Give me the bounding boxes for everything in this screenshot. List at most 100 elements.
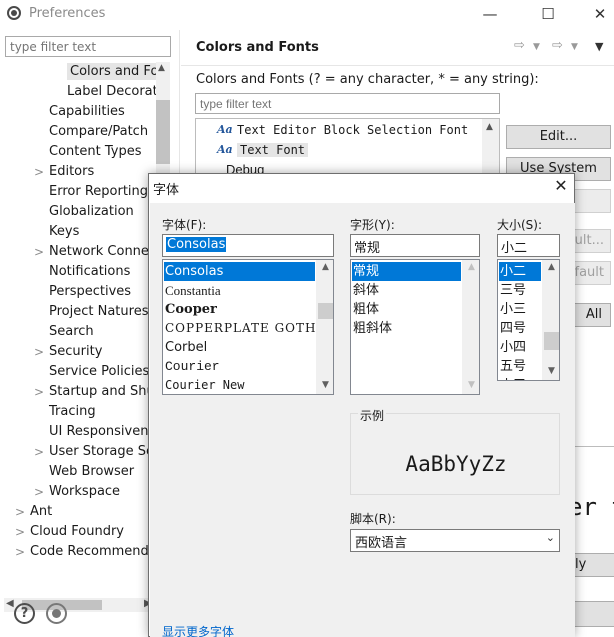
font-style-input[interactable]: 常规 [350,234,480,257]
dialog-close-icon[interactable]: ✕ [551,176,571,196]
tree-item-label: Label Decoratio [67,84,170,99]
minimize-icon[interactable]: — [480,4,500,24]
font-name-list[interactable]: Courier New Courier Corbel COPPERPLATE GOTH… [162,259,334,395]
tree-item[interactable]: Label Decoratio [67,82,169,102]
list-item[interactable]: Courier [164,357,315,376]
page-header: Colors and Fonts ⇨ ▼ ⇨ ▼ ▼ [181,30,614,66]
scroll-down-icon[interactable]: ▼ [543,366,559,376]
edit-button[interactable]: Edit... [506,125,611,149]
expand-chevron-icon[interactable]: > [15,542,25,562]
expand-chevron-icon[interactable]: > [34,382,44,402]
tree-item[interactable]: Project Natures [49,302,148,322]
tree-item[interactable]: Capabilities [49,102,125,122]
tree-item[interactable]: Web Browser [49,462,134,482]
list-item[interactable]: 斜体 [352,281,461,300]
tree-item[interactable]: > User Storage Ser [34,442,159,462]
list-item[interactable]: 五号 [499,357,541,376]
list-item[interactable]: Courier New [164,376,315,394]
scroll-thumb[interactable] [544,332,559,350]
back-menu-chevron-icon[interactable]: ▼ [533,42,540,52]
script-select[interactable]: 西欧语言 ⌄ [350,529,560,552]
dialog-title: 字体 [153,183,180,198]
list-item[interactable]: 粗体 [352,300,461,319]
list-item[interactable]: 三号 [499,281,541,300]
tree-item[interactable]: Perspectives [49,282,131,302]
script-label: 脚本(R): [350,512,396,526]
scroll-thumb[interactable] [156,100,170,164]
forward-menu-chevron-icon[interactable]: ▼ [571,42,578,52]
scroll-up-icon[interactable]: ▲ [158,63,165,73]
tree-item[interactable]: > Network Connect [34,242,161,262]
font-list-scrollbar[interactable]: ▲ ▼ [316,260,333,394]
tree-item[interactable]: > Editors [34,162,94,182]
font-name-input[interactable]: Consolas [162,234,334,257]
view-menu-icon[interactable]: ▼ [595,40,603,53]
show-more-fonts-link[interactable]: 显示更多字体 [162,623,234,637]
expand-chevron-icon[interactable]: > [34,162,44,182]
back-icon[interactable]: ⇨ [514,38,525,53]
list-item[interactable]: Cooper [164,300,315,319]
list-item[interactable]: 四号 [499,319,541,338]
expand-chevron-icon[interactable]: > [15,502,25,522]
tree-item[interactable]: > Cloud Foundry [15,522,124,542]
scroll-left-icon[interactable]: ◀ [6,598,14,609]
tree-item-label: Colors and For [67,63,167,80]
tree-item[interactable]: > Workspace [34,482,121,502]
sample-text: AaBbYyZz [405,452,507,476]
help-icon[interactable]: ? [14,603,35,624]
tree-item[interactable]: Globalization [49,202,134,222]
expand-chevron-icon[interactable]: > [15,522,25,542]
list-item[interactable]: 小二 [499,262,541,281]
expand-chevron-icon[interactable]: > [34,482,44,502]
font-size-input[interactable]: 小二 [497,234,560,257]
list-item[interactable]: 小三 [499,300,541,319]
tree-item[interactable]: Search [49,322,94,342]
list-item[interactable]: Consolas [164,262,315,281]
font-style-list[interactable]: 粗斜体 粗体 斜体 常规 ▲ ▼ [350,259,480,395]
tree-item[interactable]: Tracing [49,402,96,422]
expand-chevron-icon[interactable]: > [34,442,44,462]
scroll-thumb[interactable] [318,303,333,319]
style-list-scrollbar[interactable]: ▲ ▼ [462,260,479,394]
scroll-up-icon[interactable]: ▲ [317,262,333,272]
tree-item[interactable]: Colors and For [67,62,167,82]
tree-item[interactable]: Error Reporting [49,182,148,202]
font-size-list[interactable]: 小五五号小四四号小三三号小二 ▲ ▼ [497,259,560,381]
font-name-label: 字体(F): [162,218,207,232]
tree-item-label: Workspace [49,484,121,499]
tree-item[interactable]: Compare/Patch [49,122,148,142]
tree-item[interactable]: Content Types [49,142,141,162]
fonts-filter-input[interactable] [195,93,500,114]
list-item[interactable]: 粗斜体 [352,319,461,338]
preferences-tree: Colors and For Label Decoratio Capabilitie… [0,62,170,570]
font-definition-item[interactable]: Aa Text Font [217,140,309,160]
list-item[interactable]: Constantia [164,281,315,300]
maximize-icon[interactable]: ☐ [538,4,558,24]
forward-icon[interactable]: ⇨ [552,38,563,53]
apply-and-close-button[interactable] [573,601,614,627]
tree-item[interactable]: > Code Recommender [15,542,162,562]
tree-item[interactable]: Keys [49,222,79,242]
size-list-scrollbar[interactable]: ▲ ▼ [542,260,559,380]
scroll-up-icon[interactable]: ▲ [486,122,493,132]
expand-chevron-icon[interactable]: > [34,242,44,262]
list-item[interactable]: COPPERPLATE GOTHIC [164,319,331,338]
scroll-down-icon[interactable]: ▼ [317,380,333,390]
tree-filter-input[interactable] [5,36,171,57]
apply-button[interactable]: ly [573,553,614,577]
list-item[interactable]: 小四 [499,338,541,357]
list-item[interactable]: 常规 [352,262,461,281]
record-icon[interactable] [46,603,67,624]
list-item[interactable]: Corbel [164,338,315,357]
scroll-up-icon[interactable]: ▲ [543,262,559,272]
tree-item[interactable]: > Ant [15,502,52,522]
tree-item[interactable]: Service Policies [49,362,149,382]
font-definition-item[interactable]: Aa Text Editor Block Selection Font [217,120,468,140]
list-item[interactable]: 小五 [499,376,541,380]
close-icon[interactable]: ✕ [590,4,610,24]
tree-item[interactable]: Notifications [49,262,130,282]
scroll-up-icon: ▲ [468,262,475,272]
tree-item[interactable]: UI Responsivenes [49,422,163,442]
expand-chevron-icon[interactable]: > [34,342,44,362]
tree-item[interactable]: > Security [34,342,102,362]
